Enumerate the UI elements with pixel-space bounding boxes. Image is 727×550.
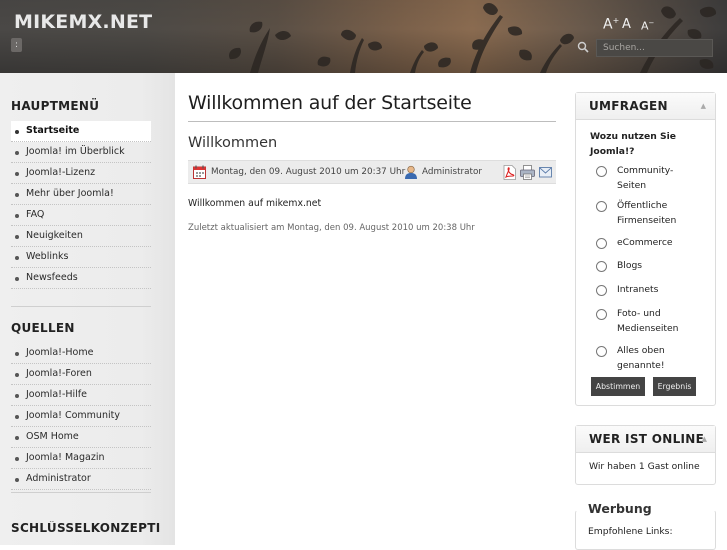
main-menu-title: HAUPTMENÜ bbox=[11, 99, 100, 113]
poll-option[interactable]: eCommerce bbox=[596, 235, 706, 251]
who-online-text: Wir haben 1 Gast online bbox=[589, 461, 700, 472]
poll-option[interactable]: Alles oben genannte! bbox=[596, 343, 706, 373]
poll-option[interactable]: Öffentliche Firmenseiten bbox=[596, 198, 706, 228]
poll-title: UMFRAGEN bbox=[589, 99, 668, 113]
title-divider bbox=[188, 121, 556, 122]
print-icon[interactable] bbox=[520, 165, 535, 180]
label-line: genannte! bbox=[617, 360, 665, 371]
radio-button[interactable] bbox=[596, 309, 607, 320]
label-line: Medienseiten bbox=[617, 323, 679, 334]
ad-module: Werbung Empfohlene Links: bbox=[575, 500, 716, 550]
menu-item-startseite[interactable]: Startseite bbox=[11, 121, 151, 142]
poll-option[interactable]: Blogs bbox=[596, 258, 706, 274]
poll-option-label: Intranets bbox=[617, 284, 659, 295]
radio-button[interactable] bbox=[596, 261, 607, 272]
site-header: MIKEMX.NET : A+ A A− bbox=[0, 0, 727, 73]
poll-option-label: Alles oben genannte! bbox=[617, 343, 707, 373]
menu-item-faq[interactable]: FAQ bbox=[11, 205, 151, 226]
label-line: Alles oben bbox=[617, 345, 665, 356]
schluessel-title: SCHLÜSSELKONZEPTI bbox=[11, 521, 161, 535]
vote-button[interactable]: Abstimmen bbox=[591, 377, 645, 396]
quellen-menu: Joomla!-Home Joomla!-Foren Joomla!-Hilfe… bbox=[11, 343, 151, 490]
who-online-title: WER IST ONLINE bbox=[589, 432, 705, 446]
radio-button[interactable] bbox=[596, 238, 607, 249]
font-decrease-button[interactable]: A− bbox=[641, 19, 654, 33]
poll-question: Wozu nutzen Sie Joomla!? bbox=[590, 131, 676, 157]
menu-item-joomla-community[interactable]: Joomla! Community bbox=[11, 406, 151, 427]
left-sidebar: HAUPTMENÜ Startseite Joomla! im Überblic… bbox=[0, 73, 175, 545]
label-line: Öffentliche bbox=[617, 200, 668, 211]
poll-option[interactable]: Community- Seiten bbox=[596, 163, 706, 193]
menu-item-administrator[interactable]: Administrator bbox=[11, 469, 151, 490]
menu-divider bbox=[11, 492, 151, 493]
menu-divider bbox=[11, 306, 151, 307]
menu-item-mehr[interactable]: Mehr über Joomla! bbox=[11, 184, 151, 205]
menu-item-weblinks[interactable]: Weblinks bbox=[11, 247, 151, 268]
menu-item-newsfeeds[interactable]: Newsfeeds bbox=[11, 268, 151, 289]
poll-option[interactable]: Intranets bbox=[596, 282, 706, 298]
menu-item-joomla-magazin[interactable]: Joomla! Magazin bbox=[11, 448, 151, 469]
radio-button[interactable] bbox=[596, 285, 607, 296]
page-title: Willkommen auf der Startseite bbox=[188, 92, 472, 114]
label-line: Seiten bbox=[617, 180, 647, 191]
poll-option-label: Foto- und Medienseiten bbox=[617, 306, 707, 336]
font-reset-button[interactable]: A bbox=[622, 17, 631, 32]
collapse-icon[interactable]: ▲ bbox=[702, 435, 707, 443]
collapse-icon[interactable]: ▲ bbox=[701, 102, 706, 110]
article-date: Montag, den 09. August 2010 um 20:37 Uhr bbox=[211, 167, 406, 177]
poll-option-label: Community- Seiten bbox=[617, 163, 707, 193]
poll-option-label: Öffentliche Firmenseiten bbox=[617, 198, 707, 228]
search-icon bbox=[577, 41, 589, 53]
pdf-icon[interactable] bbox=[503, 165, 516, 180]
search-input[interactable] bbox=[596, 39, 713, 57]
poll-module: UMFRAGEN ▲ Wozu nutzen Sie Joomla!? Comm… bbox=[575, 92, 716, 406]
who-online-header: WER IST ONLINE ▲ bbox=[576, 426, 715, 453]
radio-button[interactable] bbox=[596, 346, 607, 357]
menu-item-neuigkeiten[interactable]: Neuigkeiten bbox=[11, 226, 151, 247]
article-meta-bar: Montag, den 09. August 2010 um 20:37 Uhr… bbox=[188, 160, 556, 184]
poll-option-label: eCommerce bbox=[617, 237, 673, 248]
poll-header: UMFRAGEN ▲ bbox=[576, 93, 715, 120]
article-author: Administrator bbox=[422, 167, 482, 177]
who-online-module: WER IST ONLINE ▲ Wir haben 1 Gast online bbox=[575, 425, 716, 485]
menu-item-osm-home[interactable]: OSM Home bbox=[11, 427, 151, 448]
skip-link[interactable]: : bbox=[11, 38, 22, 52]
label-line: Firmenseiten bbox=[617, 215, 677, 226]
quellen-title: QUELLEN bbox=[11, 321, 75, 335]
poll-option[interactable]: Foto- und Medienseiten bbox=[596, 306, 706, 336]
menu-item-lizenz[interactable]: Joomla!-Lizenz bbox=[11, 163, 151, 184]
article-text: Willkommen auf mikemx.net bbox=[188, 198, 322, 209]
menu-item-ueberblick[interactable]: Joomla! im Überblick bbox=[11, 142, 151, 163]
ad-text: Empfohlene Links: bbox=[588, 526, 673, 537]
menu-item-joomla-home[interactable]: Joomla!-Home bbox=[11, 343, 151, 364]
radio-button[interactable] bbox=[596, 201, 607, 212]
calendar-icon bbox=[193, 165, 206, 179]
site-logo[interactable]: MIKEMX.NET bbox=[14, 11, 152, 33]
email-icon[interactable] bbox=[539, 167, 552, 178]
menu-item-joomla-hilfe[interactable]: Joomla!-Hilfe bbox=[11, 385, 151, 406]
label-line: Community- bbox=[617, 165, 674, 176]
font-increase-button[interactable]: A+ bbox=[603, 16, 619, 33]
results-button[interactable]: Ergebnis bbox=[653, 377, 696, 396]
menu-item-joomla-foren[interactable]: Joomla!-Foren bbox=[11, 364, 151, 385]
article-title[interactable]: Willkommen bbox=[188, 135, 277, 151]
article-modified: Zuletzt aktualisiert am Montag, den 09. … bbox=[188, 223, 475, 233]
radio-button[interactable] bbox=[596, 166, 607, 177]
user-icon bbox=[405, 165, 417, 179]
label-line: Foto- und bbox=[617, 308, 661, 319]
poll-option-label: Blogs bbox=[617, 260, 643, 271]
main-menu: Startseite Joomla! im Überblick Joomla!-… bbox=[11, 121, 151, 289]
